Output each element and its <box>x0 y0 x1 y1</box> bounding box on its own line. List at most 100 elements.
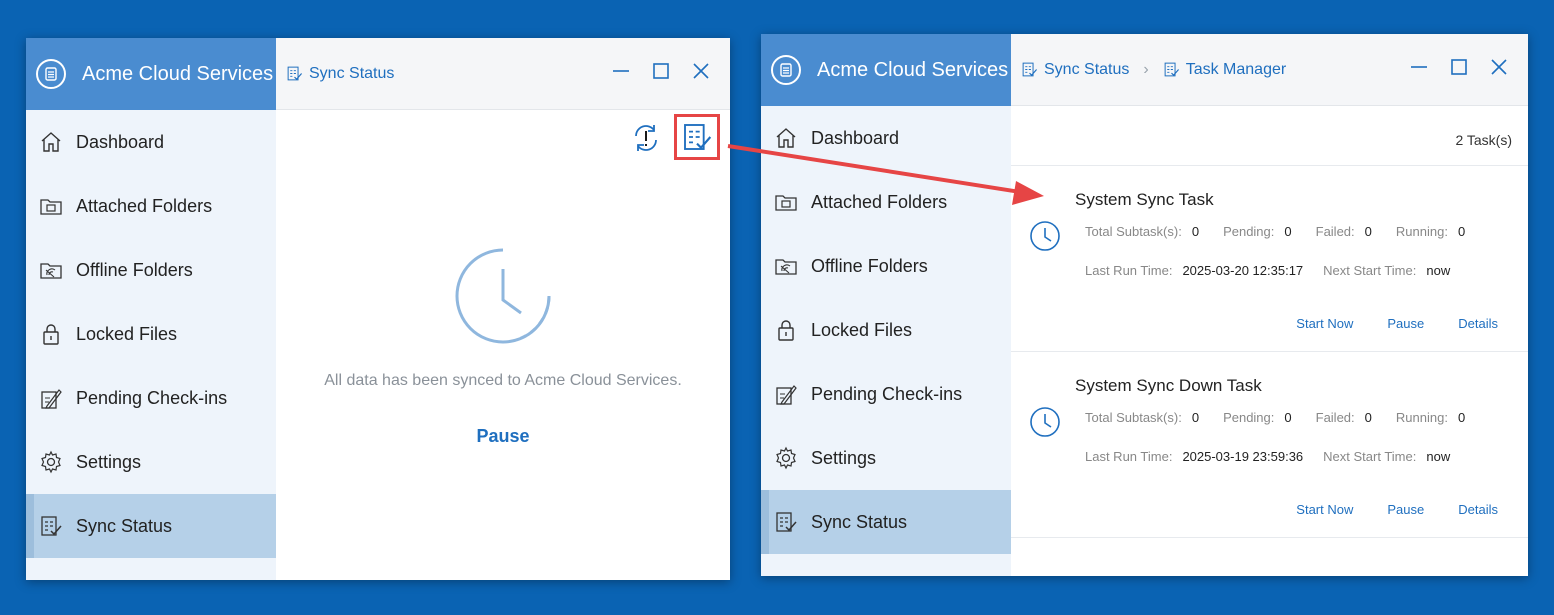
clock-icon <box>1029 220 1061 252</box>
failed-value: 0 <box>1364 410 1372 425</box>
breadcrumb-sync-status[interactable]: Sync Status <box>1044 61 1129 79</box>
offline-folder-icon <box>38 257 64 283</box>
last-run-value: 2025-03-19 23:59:36 <box>1182 449 1304 464</box>
close-icon[interactable] <box>1490 58 1508 76</box>
maximize-icon[interactable] <box>652 62 670 80</box>
sidebar-item-label: Locked Files <box>811 319 913 340</box>
task-name: System Sync Down Task <box>1075 376 1262 395</box>
sidebar-item-settings[interactable]: Settings <box>26 430 276 494</box>
window-controls <box>1410 58 1508 76</box>
minimize-icon[interactable] <box>1410 58 1428 76</box>
pending-value: 0 <box>1284 224 1292 239</box>
sync-status-window: Acme Cloud Services Dashboard Attached F… <box>26 38 730 580</box>
toolbar <box>628 114 720 160</box>
attached-folder-icon <box>38 193 64 219</box>
sidebar: Acme Cloud Services Dashboard Attached F… <box>761 34 1011 576</box>
sidebar-item-label: Offline Folders <box>811 255 928 276</box>
sidebar-item-pending-checkins[interactable]: Pending Check-ins <box>26 366 276 430</box>
task-times: Last Run Time: 2025-03-19 23:59:36 Next S… <box>1085 449 1470 464</box>
sidebar-item-dashboard[interactable]: Dashboard <box>26 110 276 174</box>
running-value: 0 <box>1457 224 1466 239</box>
sync-status-content: All data has been synced to Acme Cloud S… <box>276 110 730 580</box>
total-subtasks-value: 0 <box>1191 410 1200 425</box>
sidebar-item-offline-folders[interactable]: Offline Folders <box>761 234 1011 298</box>
sync-alert-button[interactable] <box>628 120 664 156</box>
sidebar-item-sync-status[interactable]: Sync Status <box>761 490 1011 554</box>
start-now-button[interactable]: Start Now <box>1296 502 1353 517</box>
sidebar-item-label: Dashboard <box>811 127 900 148</box>
details-button[interactable]: Details <box>1458 316 1498 331</box>
sidebar-item-sync-status[interactable]: Sync Status <box>26 494 276 558</box>
clock-icon <box>1029 406 1061 438</box>
sync-status-icon <box>773 509 799 535</box>
home-icon <box>38 129 64 155</box>
task-manager-button[interactable] <box>674 114 720 160</box>
sync-status-icon <box>1021 61 1038 78</box>
last-run-value: 2025-03-20 12:35:17 <box>1182 263 1304 278</box>
breadcrumb-task-manager: Task Manager <box>1185 60 1287 78</box>
brand-name: Acme Cloud Services <box>817 58 1009 81</box>
running-value: 0 <box>1457 410 1466 425</box>
sidebar-item-label: Pending Check-ins <box>76 387 228 408</box>
pending-checkin-icon <box>38 385 64 411</box>
brand-header: Acme Cloud Services <box>761 34 1011 106</box>
sidebar-item-label: Settings <box>76 451 142 472</box>
task-stats: Total Subtask(s): 0 Pending: 0 Failed: 0 Ru… <box>1085 224 1489 239</box>
breadcrumb-sync-status[interactable]: Sync Status <box>309 65 394 83</box>
pending-value: 0 <box>1284 410 1292 425</box>
sidebar-item-settings[interactable]: Settings <box>761 426 1011 490</box>
close-icon[interactable] <box>692 62 710 80</box>
sidebar-item-label: Pending Check-ins <box>811 383 963 404</box>
total-subtasks-label: Total Subtask(s): <box>1085 410 1182 425</box>
pending-label: Pending: <box>1223 224 1275 239</box>
maximize-icon[interactable] <box>1450 58 1468 76</box>
minimize-icon[interactable] <box>612 62 630 80</box>
task-count: 2 Task(s) <box>1011 106 1528 166</box>
app-logo-icon <box>36 59 66 89</box>
pending-checkin-icon <box>773 381 799 407</box>
sidebar-item-locked-files[interactable]: Locked Files <box>761 298 1011 362</box>
breadcrumb: Sync Status <box>286 65 394 83</box>
sidebar-item-label: Sync Status <box>76 515 173 536</box>
task-card: System Sync Task Total Subtask(s): 0 Pend… <box>1011 166 1528 352</box>
sidebar-nav: Dashboard Attached Folders Offline Folde… <box>761 106 1011 554</box>
brand-name: Acme Cloud Services <box>82 62 274 85</box>
sidebar-item-dashboard[interactable]: Dashboard <box>761 106 1011 170</box>
offline-folder-icon <box>773 253 799 279</box>
task-manager-icon <box>1163 61 1180 78</box>
task-actions: Start Now Pause Details <box>1296 316 1498 331</box>
next-start-value: now <box>1426 449 1451 464</box>
gear-icon <box>773 445 799 471</box>
gear-icon <box>38 449 64 475</box>
task-manager-content: 2 Task(s) System Sync Task Total Subtask… <box>1011 106 1528 576</box>
chevron-right-icon: › <box>1143 60 1149 78</box>
sync-status-icon <box>38 513 64 539</box>
last-run-label: Last Run Time: <box>1085 263 1173 278</box>
window-controls <box>612 62 710 80</box>
sidebar-item-label: Dashboard <box>76 131 165 152</box>
sidebar-item-pending-checkins[interactable]: Pending Check-ins <box>761 362 1011 426</box>
start-now-button[interactable]: Start Now <box>1296 316 1353 331</box>
details-button[interactable]: Details <box>1458 502 1498 517</box>
sidebar-item-attached-folders[interactable]: Attached Folders <box>761 170 1011 234</box>
breadcrumb: Sync Status › Task Manager <box>1021 61 1286 79</box>
sidebar-nav: Dashboard Attached Folders Offline Folde… <box>26 110 276 558</box>
sidebar-item-locked-files[interactable]: Locked Files <box>26 302 276 366</box>
home-icon <box>773 125 799 151</box>
sidebar-item-label: Locked Files <box>76 323 178 344</box>
app-logo-icon <box>771 55 801 85</box>
brand-header: Acme Cloud Services <box>26 38 276 110</box>
pause-button[interactable]: Pause <box>276 426 730 447</box>
task-times: Last Run Time: 2025-03-20 12:35:17 Next S… <box>1085 263 1470 278</box>
sidebar-item-label: Sync Status <box>811 511 908 532</box>
task-actions: Start Now Pause Details <box>1296 502 1498 517</box>
title-bar: Sync Status › Task Manager <box>1011 34 1528 106</box>
last-run-label: Last Run Time: <box>1085 449 1173 464</box>
pause-task-button[interactable]: Pause <box>1387 316 1424 331</box>
pause-task-button[interactable]: Pause <box>1387 502 1424 517</box>
sidebar: Acme Cloud Services Dashboard Attached F… <box>26 38 276 580</box>
sidebar-item-offline-folders[interactable]: Offline Folders <box>26 238 276 302</box>
sidebar-item-attached-folders[interactable]: Attached Folders <box>26 174 276 238</box>
sync-status-icon <box>286 65 303 82</box>
task-manager-window: Acme Cloud Services Dashboard Attached F… <box>761 34 1528 576</box>
